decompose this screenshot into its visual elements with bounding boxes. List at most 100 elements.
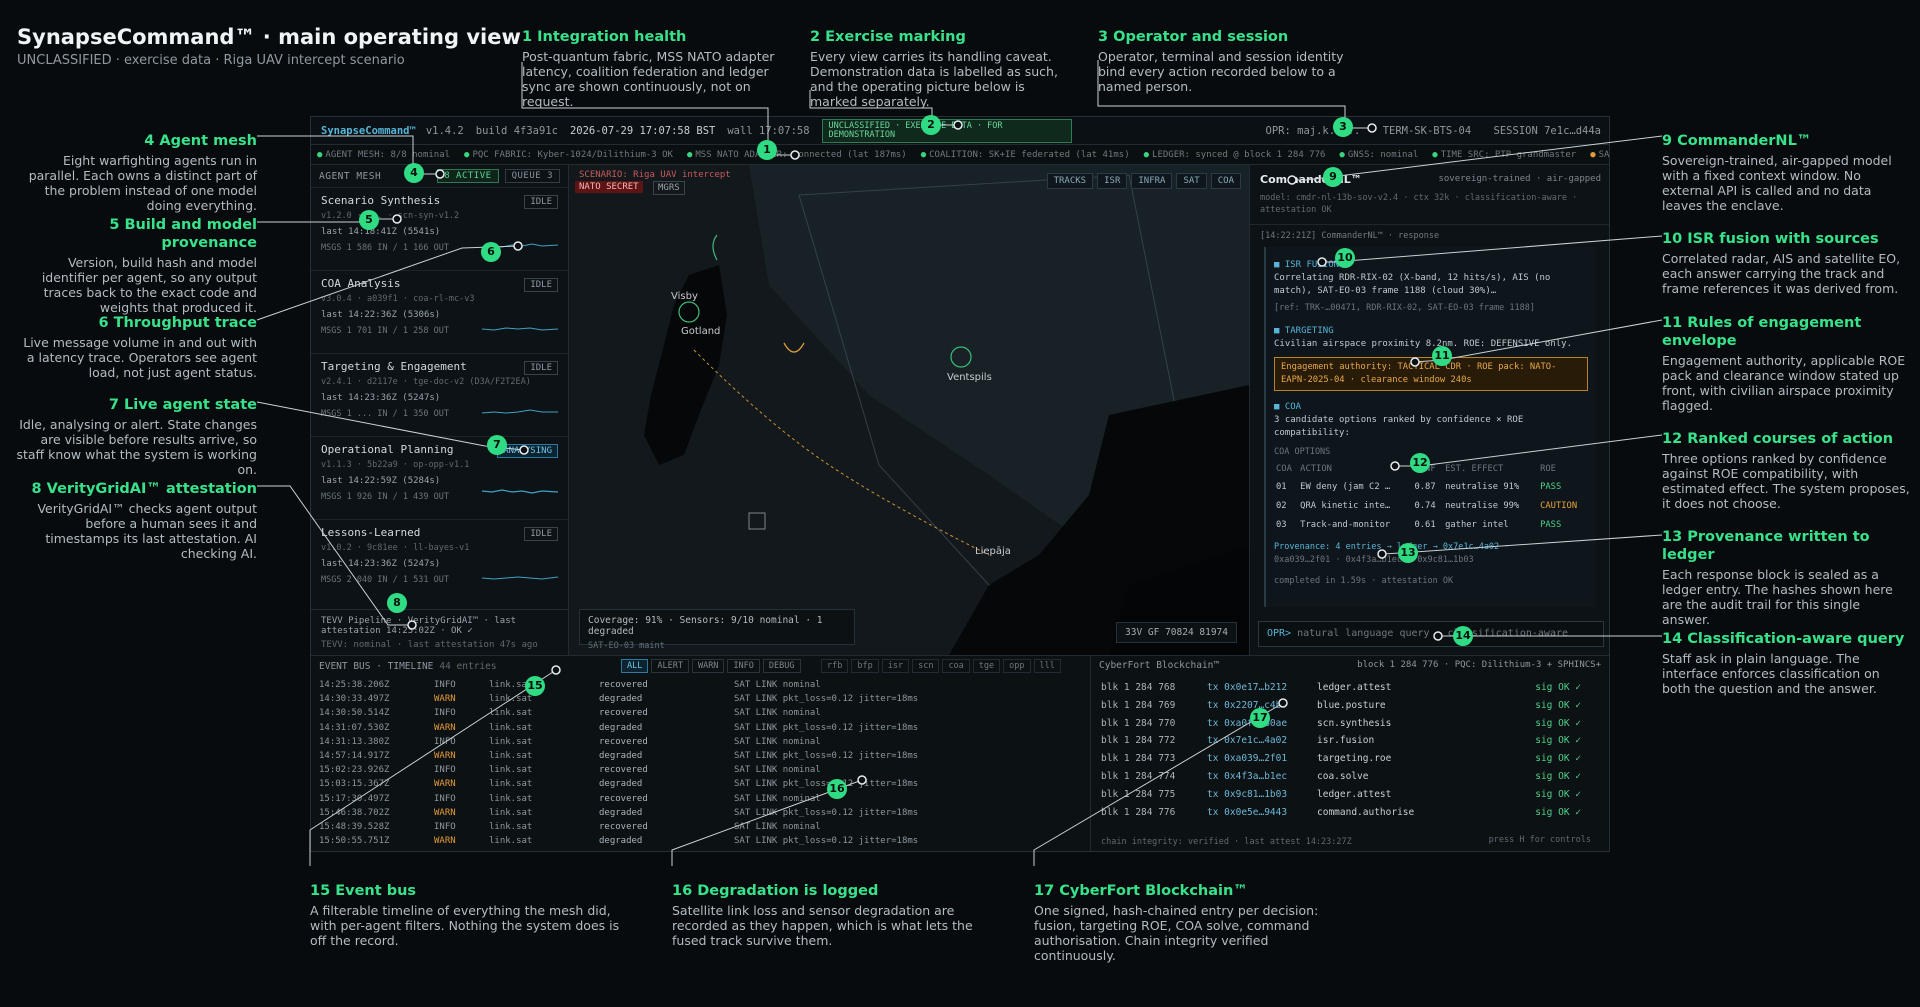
event-level: INFO (434, 765, 456, 776)
ledger-row[interactable]: blk 1 284 775 tx 0x9c81…1b03 ledger.attest… (1101, 789, 1601, 803)
throughput-sparkline (482, 576, 558, 580)
coa-roe: CAUTION (1540, 501, 1578, 511)
callout-throughput: 6 Throughput trace Live message volume in… (23, 315, 257, 380)
agent-card[interactable]: Operational Planning ANALYSING v1.1.3 · … (311, 436, 568, 519)
page-subtitle: UNCLASSIFIED · exercise data · Riga UAV … (17, 53, 405, 68)
agent-card[interactable]: COA Analysis IDLE v3.0.4 · a039f1 · coa-… (311, 270, 568, 353)
event-level: INFO (434, 680, 456, 690)
ledger-event: coa.solve (1317, 771, 1369, 782)
ledger-event: targeting.roe (1317, 753, 1392, 765)
coa-row[interactable]: 02 QRA kinetic inte… 0.74 neutralise 99%… (1274, 497, 1588, 516)
targeting-text: Civilian airspace proximity 8.2nm. ROE: … (1274, 339, 1573, 349)
ledger-row[interactable]: blk 1 284 769 tx 0x2207…c4b blue.posture si… (1101, 700, 1601, 714)
layer-coa-button[interactable]: COA (1210, 173, 1241, 189)
layer-sat-button[interactable]: SAT (1176, 173, 1207, 189)
coa-row[interactable]: 03 Track-and-monitor 0.61 gather intel P… (1274, 516, 1588, 535)
coa-action: EW deny (jam C2 … (1300, 482, 1391, 492)
ledger-row[interactable]: blk 1 284 776 tx 0x0e5e…9443 command.autho… (1101, 807, 1601, 821)
badge-3: 3 (1333, 117, 1353, 137)
badge-13: 13 (1398, 543, 1418, 563)
brand-label: SynapseCommand™ (321, 124, 416, 137)
event-action: degraded (599, 807, 643, 818)
agent-filter-tge[interactable]: tge (972, 659, 1001, 673)
status-gnss: ● GNSS: nominal (1339, 149, 1419, 160)
status-pqc: ● PQC FABRIC: Kyber-1024/Dilithium-3 OK (464, 149, 673, 160)
effect-col: EST. EFFECT (1445, 464, 1504, 474)
selection-box (748, 512, 766, 530)
agent-state-badge: IDLE (524, 527, 558, 541)
terminal-label: TERM-SK-BTS-04 (1382, 125, 1472, 137)
agent-name: Targeting & Engagement (321, 360, 467, 373)
event-timestamp: 15:02:23.926Z (319, 765, 390, 776)
event-bus-panel: EVENT BUS · TIMELINE 44 entries ALL ALER… (311, 655, 1091, 851)
callout-agent-state: 7 Live agent state Idle, analysing or ale… (16, 397, 257, 477)
event-source: link.sat (489, 807, 533, 818)
ledger-row[interactable]: blk 1 284 773 tx 0xa039…2f01 targeting.roe… (1101, 753, 1601, 767)
throughput-sparkline (482, 409, 558, 414)
provenance-line[interactable]: Provenance: 4 entries → ledger → 0x7e1c…… (1274, 541, 1588, 554)
ledger-row[interactable]: blk 1 284 772 tx 0x7e1c…4a02 isr.fusion sig… (1101, 735, 1601, 749)
filter-warn-button[interactable]: WARN (691, 659, 725, 673)
city-liepaja: Liepāja (975, 546, 1011, 557)
agent-card[interactable]: Targeting & Engagement IDLE v2.4.1 · d21… (311, 353, 568, 436)
block-number: blk 1 284 776 (1101, 806, 1176, 818)
grid-reference: 33V GF 70824 81974 (1116, 622, 1237, 643)
status-ledger: ● LEDGER: synced @ block 1 284 776 (1143, 149, 1326, 160)
layer-infra-button[interactable]: INFRA (1131, 173, 1173, 189)
nl-query-input[interactable]: OPR> natural language query · classificat… (1258, 621, 1604, 647)
agent-filter-isr[interactable]: isr (881, 659, 910, 673)
event-level: WARN (434, 807, 456, 818)
ledger-row[interactable]: blk 1 284 774 tx 0x4f3a…b1ec coa.solve sig … (1101, 771, 1601, 785)
event-level: INFO (434, 793, 456, 804)
layer-isr-button[interactable]: ISR (1097, 173, 1128, 189)
badge-7: 7 (487, 435, 507, 455)
event-source: link.sat (489, 765, 533, 776)
agent-card[interactable]: Scenario Synthesis IDLE v1.2.0 · ... · s… (311, 187, 568, 270)
badge-14: 14 (1453, 626, 1473, 646)
event-message: SAT LINK pkt_loss=0.12 jitter=18ms (734, 807, 919, 818)
agent-filter-coa[interactable]: coa (942, 659, 970, 673)
filter-alert-button[interactable]: ALERT (651, 659, 689, 673)
agent-name: Scenario Synthesis (321, 194, 441, 207)
action-col: ACTION (1300, 464, 1332, 474)
agent-last: last 14:22:36Z (5306s) (321, 310, 441, 320)
badge-16: 16 (827, 779, 847, 799)
coa-row[interactable]: 01 EW deny (jam C2 … 0.87 neutralise 91%… (1274, 478, 1588, 497)
filter-info-button[interactable]: INFO (727, 659, 760, 673)
signature-status: sig OK ✓ (1535, 699, 1581, 711)
callout-classification-query: 14 Classification-aware query Staff ask i… (1662, 631, 1905, 696)
signature-status: sig OK ✓ (1535, 753, 1581, 765)
tx-hash: tx 0x7e1c…4a02 (1207, 735, 1288, 747)
event-source: link.sat (489, 736, 533, 747)
filter-all-button[interactable]: ALL (621, 659, 649, 673)
isr-section-title: ISR FUSION (1274, 259, 1588, 272)
ledger-event: command.authorise (1317, 806, 1415, 818)
mgrs-toggle[interactable]: MGRS (653, 181, 685, 195)
status-agent-mesh: ● AGENT MESH: 8/8 nominal (317, 149, 451, 160)
filter-debug-button[interactable]: DEBUG (762, 659, 801, 673)
active-count-badge[interactable]: 8 ACTIVE (437, 169, 499, 183)
agent-filter-rfb[interactable]: rfb (821, 659, 849, 673)
event-action: recovered (599, 708, 648, 719)
operating-picture-map[interactable]: SCENARIO: Riga UAV intercept NATO SECRET… (569, 165, 1249, 655)
level-filters: ALL ALERT WARN INFO DEBUG (621, 659, 801, 673)
agent-filter-bfp[interactable]: bfp (851, 659, 879, 673)
tx-hash: tx 0x4f3a…b1ec (1207, 771, 1288, 782)
agent-card[interactable]: Lessons-Learned IDLE v1.0.2 · 9c81ee · l… (311, 519, 568, 602)
layer-tracks-button[interactable]: TRACKS (1046, 173, 1094, 189)
event-action: recovered (599, 736, 648, 747)
event-source: link.sat (489, 822, 533, 832)
event-count: 44 entries (439, 660, 497, 672)
event-timestamp: 15:46:38.702Z (319, 807, 390, 818)
block-number: blk 1 284 775 (1101, 788, 1176, 800)
queue-badge[interactable]: QUEUE 3 (504, 169, 560, 183)
ledger-row[interactable]: blk 1 284 768 tx 0x0e17…b212 ledger.attest… (1101, 682, 1601, 696)
agent-filter-lll[interactable]: lll (1033, 659, 1061, 673)
event-source: link.sat (489, 793, 533, 804)
agent-filter-opp[interactable]: opp (1003, 659, 1031, 673)
event-message: SAT LINK pkt_loss=0.12 jitter=18ms (734, 722, 919, 733)
ledger-row[interactable]: blk 1 284 770 tx 0xa0f6…80ae scn.synthesis… (1101, 718, 1601, 732)
coa-col: COA (1276, 464, 1292, 474)
badge-8: 8 (387, 593, 407, 613)
agent-filter-scn[interactable]: scn (912, 659, 940, 673)
